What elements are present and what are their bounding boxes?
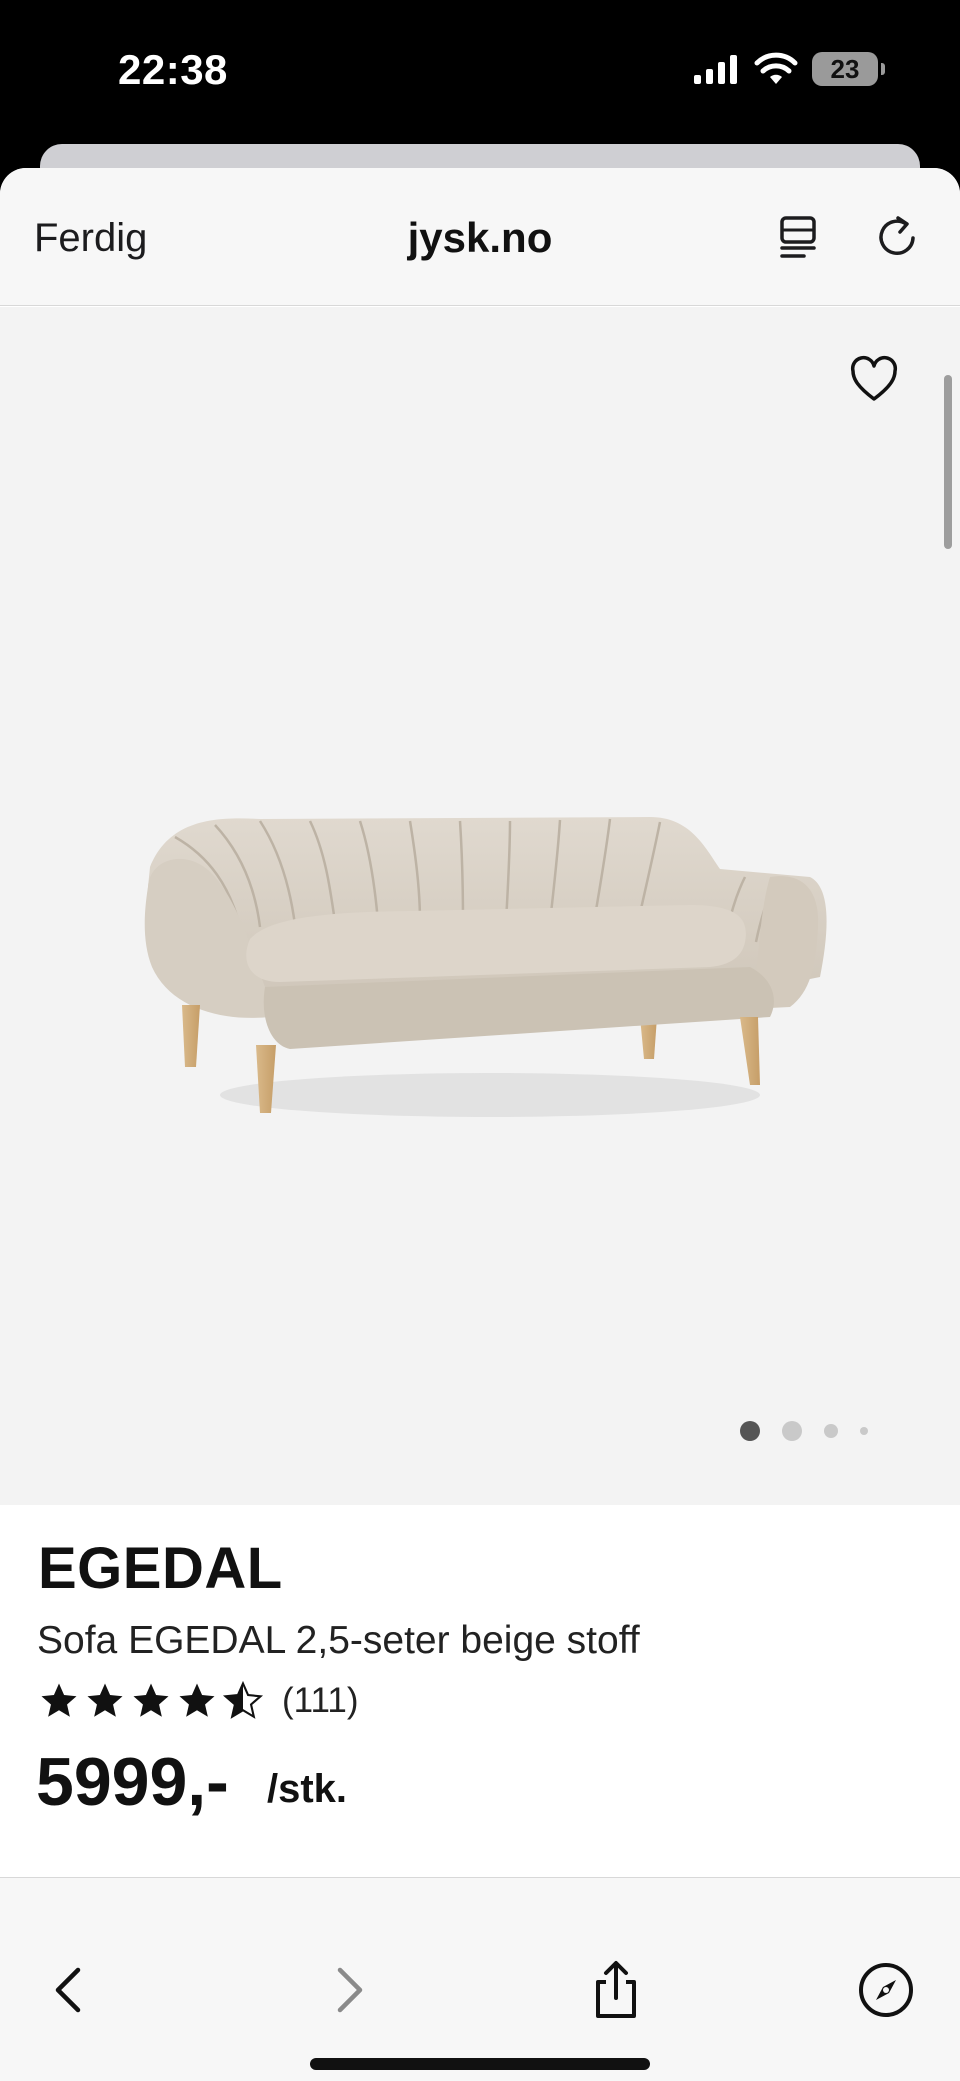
battery-level: 23 bbox=[830, 53, 860, 84]
star-icon bbox=[87, 1683, 123, 1717]
half-star-icon bbox=[222, 1680, 264, 1719]
price-unit: /stk. bbox=[267, 1767, 348, 1811]
status-time: 22:38 bbox=[118, 46, 228, 93]
heart-icon[interactable] bbox=[848, 355, 900, 407]
forward-icon[interactable] bbox=[316, 1958, 380, 2022]
compass-icon[interactable] bbox=[854, 1958, 918, 2022]
product-name[interactable]: Sofa EGEDAL 2,5-seter beige stoff bbox=[37, 1619, 640, 1663]
browser-toolbar bbox=[0, 1877, 960, 2081]
browser-header: Ferdig jysk.no bbox=[0, 168, 960, 306]
product-price: 5999,- bbox=[36, 1744, 229, 1820]
star-icon bbox=[179, 1683, 215, 1717]
status-bar: 22:38 23 bbox=[0, 0, 960, 140]
star-icon bbox=[133, 1683, 169, 1717]
battery-icon: 23 bbox=[812, 52, 885, 86]
wifi-icon bbox=[754, 52, 798, 84]
review-count[interactable]: (111) bbox=[282, 1681, 359, 1721]
gallery-pagination bbox=[740, 1411, 868, 1451]
scroll-indicator[interactable] bbox=[944, 375, 952, 549]
browser-sheet: Ferdig jysk.no EGEDAL Sofa EGEDAL 2,5-se… bbox=[0, 168, 960, 2081]
share-icon[interactable] bbox=[584, 1958, 648, 2022]
product-rating[interactable]: (111) bbox=[38, 1677, 359, 1725]
reload-icon[interactable] bbox=[872, 212, 922, 262]
signal-icon bbox=[694, 55, 737, 84]
product-info: EGEDAL Sofa EGEDAL 2,5-seter beige stoff… bbox=[0, 1505, 960, 1875]
back-icon[interactable] bbox=[38, 1958, 102, 2022]
status-icons: 23 bbox=[692, 52, 885, 86]
product-brand: EGEDAL bbox=[38, 1536, 283, 1601]
gallery-dot-3[interactable] bbox=[824, 1424, 838, 1438]
home-indicator[interactable] bbox=[310, 2058, 650, 2070]
star-icon bbox=[41, 1683, 77, 1717]
reader-mode-icon[interactable] bbox=[774, 212, 824, 262]
gallery-dot-1[interactable] bbox=[740, 1421, 760, 1441]
product-image-gallery[interactable] bbox=[0, 307, 960, 1505]
gallery-dot-2[interactable] bbox=[782, 1421, 802, 1441]
sofa-product-image bbox=[144, 817, 827, 1117]
gallery-dot-4[interactable] bbox=[860, 1427, 868, 1435]
